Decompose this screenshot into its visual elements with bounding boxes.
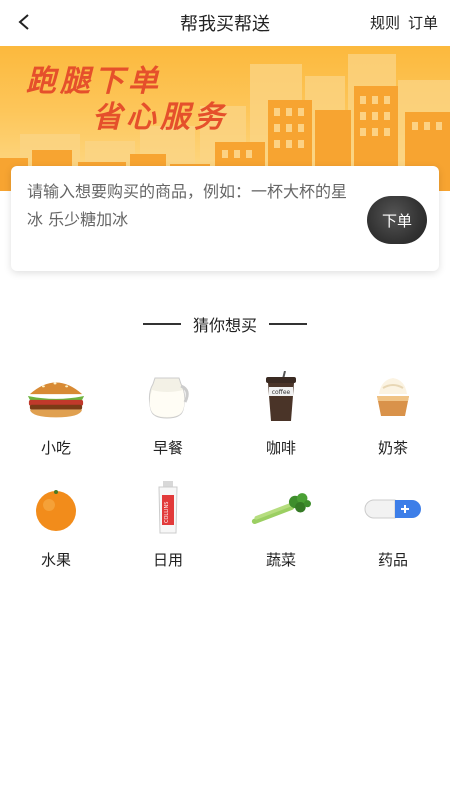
category-item-vegetable[interactable]: 蔬菜 <box>225 484 337 584</box>
orders-link[interactable]: 订单 <box>408 12 438 33</box>
category-label: 小吃 <box>40 439 71 457</box>
category-item-medicine[interactable]: 药品 <box>337 484 449 584</box>
svg-text:COLLINS: COLLINS <box>164 502 170 523</box>
category-item-snack[interactable]: 小吃 <box>0 372 112 472</box>
pill-icon <box>364 499 421 519</box>
category-label: 水果 <box>40 551 71 569</box>
divider-right <box>269 323 307 325</box>
category-label: 药品 <box>377 551 408 569</box>
category-item-coffee[interactable]: coffee 咖啡 <box>225 371 337 472</box>
category-item-daily[interactable]: COLLINS 日用 <box>112 481 224 584</box>
category-label: 奶茶 <box>377 439 408 457</box>
celery-icon <box>251 493 311 524</box>
svg-text:coffee: coffee <box>272 389 291 396</box>
category-label: 蔬菜 <box>265 551 296 569</box>
section-title-label: 猜你想买 <box>192 316 257 335</box>
rules-link[interactable]: 规则 <box>370 12 400 33</box>
orange-icon <box>36 490 76 531</box>
burger-icon <box>27 382 85 418</box>
top-bar: 帮我买帮送 规则 订单 <box>0 0 450 46</box>
divider-left <box>142 323 181 325</box>
banner-slogan-line2: 省心服务 <box>92 100 228 135</box>
milk-icon <box>148 377 189 419</box>
guess-section-title: 猜你想买 <box>0 312 450 336</box>
submit-order-button[interactable]: 下单 <box>367 196 427 244</box>
order-input-card: 请输入想要购买的商品，例如：一杯大杯的星冰 乐少糖加冰 下单 <box>11 166 439 271</box>
category-item-milk-tea[interactable]: 奶茶 <box>337 372 449 472</box>
milk-tea-icon <box>377 378 409 416</box>
toothpaste-icon: COLLINS <box>158 481 178 534</box>
order-input[interactable]: 请输入想要购买的商品，例如：一杯大杯的星冰 乐少糖加冰 <box>27 178 359 234</box>
category-label: 咖啡 <box>265 439 296 457</box>
category-label: 日用 <box>152 551 183 569</box>
coffee-icon: coffee <box>266 371 296 421</box>
category-item-breakfast[interactable]: 早餐 <box>112 372 224 472</box>
category-item-fruit[interactable]: 水果 <box>0 484 112 584</box>
category-label: 早餐 <box>152 439 183 457</box>
